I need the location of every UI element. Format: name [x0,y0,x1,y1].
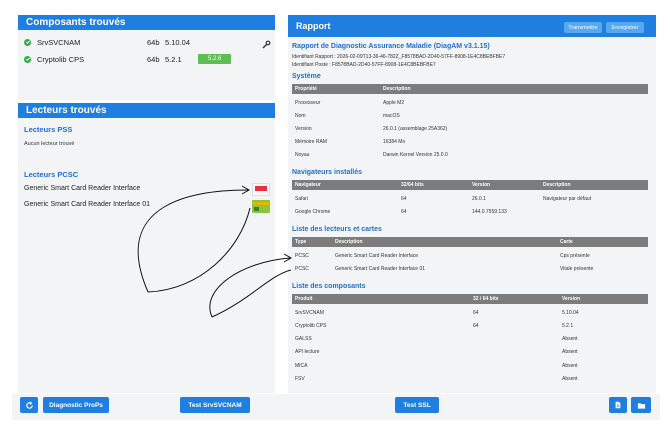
readers-title-bar: Lecteurs trouvés [18,103,275,118]
component-row-cryptolib: Cryptolib CPS 64b 5.2.1 5.2.6 [24,53,232,65]
pcsc-title: Lecteurs PCSC [24,170,79,179]
folder-icon [637,401,646,410]
test-ssl-button[interactable]: Test SSL [395,397,439,413]
table-row: FSV Absent [295,376,578,382]
document-icon [614,401,622,409]
component-arch: 64b [147,37,160,47]
transmit-button[interactable]: Transmettre [564,22,602,33]
table-row: GALSS Absent [295,336,578,342]
report-id: Identifiant Rapport : 2026-02-09T13-36-4… [292,54,506,60]
document-button[interactable] [609,397,627,413]
save-button[interactable]: Enregistrer [606,22,644,33]
component-name: Cryptolib CPS [37,54,85,64]
refresh-icon [25,401,34,410]
bottom-bar [12,394,660,420]
table-row: Safari 64 26.0.1 Navigateur par défaut [295,196,592,202]
readers-list-title: Liste des lecteurs et cartes [292,226,382,233]
table-row: PCSC Generic Smart Card Reader Interface… [295,266,594,272]
component-name: SrvSVCNAM [37,37,81,47]
check-circle-icon [24,38,31,46]
update-badge[interactable]: 5.2.6 [198,54,232,64]
table-row: Processeur Apple M2 [295,100,405,106]
table-row: Cryptolib CPS 64 5.2.1 [295,323,574,329]
table-row: SrvSVCNAM 64 5.10.04 [295,310,579,316]
component-arch: 64b [147,54,160,64]
components-title: Composants trouvés [26,17,126,28]
table-row: Noyau Darwin Kernel Version 25.0.0 [295,152,448,158]
refresh-button[interactable] [20,397,38,413]
components-title-bar: Composants trouvés [18,15,275,30]
pss-title: Lecteurs PSS [24,125,73,134]
component-version: 5.2.1 [165,54,182,64]
component-version: 5.10.04 [165,37,191,47]
component-row-srvsvcnam: SrvSVCNAM 64b 5.10.04 [24,36,190,48]
vitale-card-icon [252,200,270,213]
readers-title: Lecteurs trouvés [26,105,107,116]
report-title: Rapport de Diagnostic Assurance Maladie … [292,43,490,50]
components-table-header: Produit 32 / 64 bits Version [292,294,648,304]
test-srvsvcnam-button[interactable]: Test SrvSVCNAM [180,397,250,413]
readers-table-header: Type Description Carte [292,237,648,247]
wrench-icon[interactable] [261,37,271,49]
table-row: MICA Absent [295,363,578,369]
check-circle-icon [24,55,31,63]
browsers-title: Navigateurs installés [292,169,363,176]
pcsc-reader-1[interactable]: Generic Smart Card Reader Interface 01 [24,201,150,208]
table-row: Mémoire RAM 16384 Mo [295,139,406,145]
table-row: PCSC Generic Smart Card Reader Interface… [295,253,590,259]
table-row: Nom macOS [295,113,400,119]
pcsc-reader-0[interactable]: Generic Smart Card Reader Interface [24,185,140,192]
diagnostic-props-button[interactable]: Diagnostic ProPs [43,397,109,413]
folder-button[interactable] [631,397,651,413]
browsers-table-header: Navigateur 32/64 bits Version Descriptio… [292,180,648,190]
system-title: Système [292,73,321,80]
table-row: Version 26.0.1 (assemblage 25A362) [295,126,448,132]
report-panel-title: Rapport [296,21,331,31]
system-table-header: Propriété Description [292,84,648,94]
th-property: Propriété [295,86,317,92]
components-list-title: Liste des composants [292,283,366,290]
cps-card-icon [252,183,270,196]
th-description: Description [383,86,411,92]
table-row: Google Chrome 64 144.0.7559.133 [295,209,507,215]
station-id: Identifiant Poste : F8578BAD-2D40-57FF-8… [292,62,436,68]
pss-empty-text: Aucun lecteur trouvé [24,141,75,147]
table-row: API lecture Absent [295,349,578,355]
